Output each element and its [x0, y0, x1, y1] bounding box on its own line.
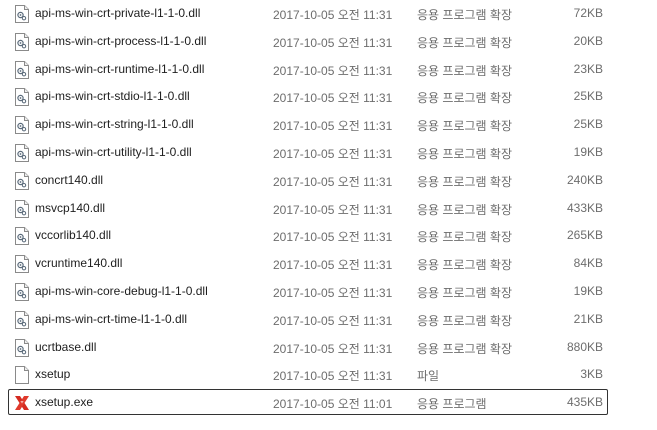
- file-date-modified: 2017-10-05 오전 11:31: [273, 230, 393, 245]
- file-type: 응용 프로그램 확장: [417, 313, 512, 328]
- file-size: 19KB: [573, 144, 603, 159]
- file-date-modified: 2017-10-05 오전 11:31: [273, 146, 393, 161]
- file-row[interactable]: api-ms-win-crt-private-l1-1-0.dll 2017-1…: [8, 0, 608, 26]
- file-name: ucrtbase.dll: [35, 339, 97, 354]
- file-type: 응용 프로그램 확장: [417, 341, 512, 356]
- file-name: api-ms-win-crt-string-l1-1-0.dll: [35, 117, 194, 132]
- dll-file-icon: [14, 60, 30, 79]
- file-row[interactable]: api-ms-win-core-debug-l1-1-0.dll 2017-10…: [8, 278, 608, 304]
- file-type: 응용 프로그램 확장: [417, 258, 512, 273]
- file-name: api-ms-win-crt-time-l1-1-0.dll: [35, 311, 188, 326]
- dll-file-icon: [14, 310, 30, 329]
- file-date-modified: 2017-10-05 오전 11:31: [273, 63, 393, 78]
- file-name: api-ms-win-crt-utility-l1-1-0.dll: [35, 144, 192, 159]
- file-date-modified: 2017-10-05 오전 11:31: [273, 35, 393, 50]
- file-type: 응용 프로그램 확장: [417, 63, 512, 78]
- dll-file-icon: [14, 338, 30, 357]
- file-size: 21KB: [573, 311, 603, 326]
- file-name: api-ms-win-crt-runtime-l1-1-0.dll: [35, 61, 205, 76]
- file-size: 3KB: [580, 367, 603, 382]
- dll-file-icon: [14, 255, 30, 274]
- file-size: 435KB: [566, 395, 603, 410]
- file-row[interactable]: api-ms-win-crt-process-l1-1-0.dll 2017-1…: [8, 28, 608, 54]
- file-size: 25KB: [573, 89, 603, 104]
- file-row[interactable]: api-ms-win-crt-string-l1-1-0.dll 2017-10…: [8, 111, 608, 137]
- file-type: 응용 프로그램 확장: [417, 202, 512, 217]
- file-row[interactable]: ucrtbase.dll 2017-10-05 오전 11:31 응용 프로그램…: [8, 334, 608, 360]
- file-row[interactable]: api-ms-win-crt-time-l1-1-0.dll 2017-10-0…: [8, 306, 608, 332]
- file-size: 19KB: [573, 283, 603, 298]
- file-size: 265KB: [566, 228, 603, 243]
- file-date-modified: 2017-10-05 오전 11:01: [273, 397, 393, 412]
- file-name: concrt140.dll: [35, 172, 104, 187]
- file-size: 20KB: [573, 33, 603, 48]
- file-type: 응용 프로그램 확장: [417, 174, 512, 189]
- dll-file-icon: [14, 171, 30, 190]
- file-date-modified: 2017-10-05 오전 11:31: [273, 369, 393, 384]
- file-type: 응용 프로그램 확장: [417, 8, 512, 22]
- file-name: api-ms-win-crt-private-l1-1-0.dll: [35, 6, 201, 20]
- file-date-modified: 2017-10-05 오전 11:31: [273, 285, 393, 300]
- file-list: api-ms-win-crt-private-l1-1-0.dll 2017-1…: [8, 0, 608, 417]
- file-size: 880KB: [566, 339, 603, 354]
- file-name: vcruntime140.dll: [35, 256, 123, 271]
- file-name: vccorlib140.dll: [35, 228, 112, 243]
- blank-file-icon: [14, 366, 30, 385]
- file-type: 응용 프로그램 확장: [417, 35, 512, 50]
- file-date-modified: 2017-10-05 오전 11:31: [273, 91, 393, 106]
- file-size: 72KB: [573, 6, 603, 20]
- file-date-modified: 2017-10-05 오전 11:31: [273, 341, 393, 356]
- file-row[interactable]: msvcp140.dll 2017-10-05 오전 11:31 응용 프로그램…: [8, 195, 608, 221]
- file-type: 응용 프로그램 확장: [417, 146, 512, 161]
- file-row[interactable]: vcruntime140.dll 2017-10-05 오전 11:31 응용 …: [8, 250, 608, 276]
- file-size: 433KB: [566, 200, 603, 215]
- file-type: 응용 프로그램 확장: [417, 230, 512, 245]
- file-row[interactable]: api-ms-win-crt-runtime-l1-1-0.dll 2017-1…: [8, 56, 608, 82]
- file-row[interactable]: api-ms-win-crt-stdio-l1-1-0.dll 2017-10-…: [8, 83, 608, 109]
- dll-file-icon: [14, 199, 30, 218]
- file-size: 84KB: [573, 256, 603, 271]
- file-size: 25KB: [573, 117, 603, 132]
- file-size: 240KB: [566, 172, 603, 187]
- file-date-modified: 2017-10-05 오전 11:31: [273, 258, 393, 273]
- dll-file-icon: [14, 32, 30, 51]
- dll-file-icon: [14, 88, 30, 107]
- file-date-modified: 2017-10-05 오전 11:31: [273, 8, 393, 22]
- file-date-modified: 2017-10-05 오전 11:31: [273, 313, 393, 328]
- file-type: 응용 프로그램 확장: [417, 119, 512, 134]
- file-row[interactable]: xsetup 2017-10-05 오전 11:31 파일 3KB: [8, 361, 608, 387]
- xilinx-app-icon: [14, 394, 30, 412]
- file-row[interactable]: concrt140.dll 2017-10-05 오전 11:31 응용 프로그…: [8, 167, 608, 193]
- file-date-modified: 2017-10-05 오전 11:31: [273, 119, 393, 134]
- dll-file-icon: [14, 5, 30, 23]
- file-name: xsetup.exe: [35, 395, 94, 410]
- file-date-modified: 2017-10-05 오전 11:31: [273, 202, 393, 217]
- file-type: 파일: [417, 369, 440, 384]
- file-name: xsetup: [35, 367, 71, 382]
- file-name: api-ms-win-crt-process-l1-1-0.dll: [35, 33, 207, 48]
- file-size: 23KB: [573, 61, 603, 76]
- dll-file-icon: [14, 227, 30, 246]
- file-date-modified: 2017-10-05 오전 11:31: [273, 174, 393, 189]
- file-type: 응용 프로그램 확장: [417, 285, 512, 300]
- file-name: api-ms-win-crt-stdio-l1-1-0.dll: [35, 89, 190, 104]
- dll-file-icon: [14, 143, 30, 162]
- dll-file-icon: [14, 282, 30, 301]
- file-name: msvcp140.dll: [35, 200, 106, 215]
- file-type: 응용 프로그램: [417, 397, 487, 412]
- file-row[interactable]: xsetup.exe 2017-10-05 오전 11:01 응용 프로그램 4…: [8, 389, 608, 416]
- file-type: 응용 프로그램 확장: [417, 91, 512, 106]
- file-row[interactable]: vccorlib140.dll 2017-10-05 오전 11:31 응용 프…: [8, 222, 608, 248]
- file-row[interactable]: api-ms-win-crt-utility-l1-1-0.dll 2017-1…: [8, 139, 608, 165]
- file-name: api-ms-win-core-debug-l1-1-0.dll: [35, 283, 208, 298]
- dll-file-icon: [14, 116, 30, 135]
